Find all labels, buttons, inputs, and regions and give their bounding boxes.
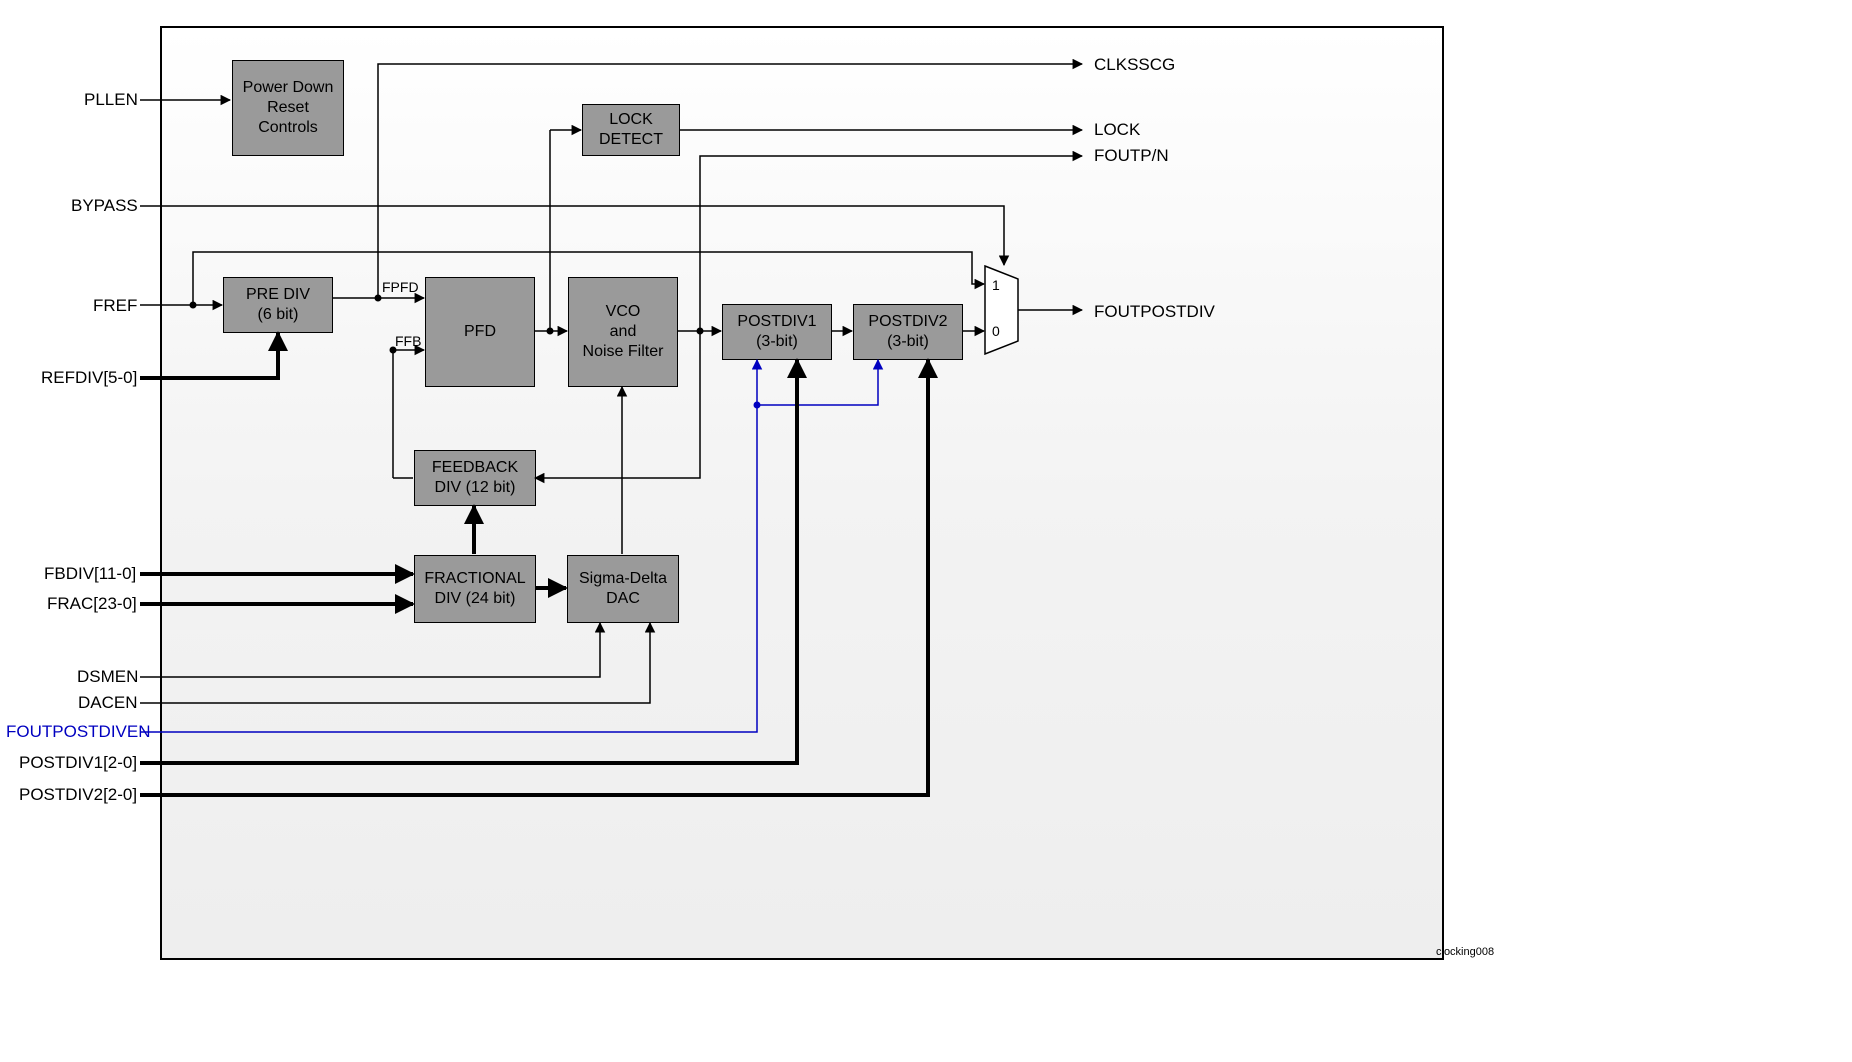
- block-postdiv2: POSTDIV2(3-bit): [853, 304, 963, 360]
- block-power-down-reset: Power DownResetControls: [232, 60, 344, 156]
- label-pllen: PLLEN: [84, 90, 138, 110]
- label-foutpn: FOUTP/N: [1094, 146, 1169, 166]
- label-refdiv: REFDIV[5-0]: [41, 368, 137, 388]
- mux-bypass: 1 0: [984, 265, 1046, 355]
- block-sigma-delta-dac: Sigma-DeltaDAC: [567, 555, 679, 623]
- main-container: [160, 26, 1444, 960]
- label-dsmen: DSMEN: [77, 667, 138, 687]
- label-fbdiv: FBDIV[11-0]: [44, 564, 136, 584]
- footer-id: clocking008: [1436, 946, 1494, 958]
- label-clksscg: CLKSSCG: [1094, 55, 1175, 75]
- label-bypass: BYPASS: [71, 196, 138, 216]
- label-foutpostdiven: FOUTPOSTDIVEN: [6, 722, 151, 742]
- label-frac: FRAC[23-0]: [47, 594, 137, 614]
- label-foutpostdiv: FOUTPOSTDIV: [1094, 302, 1215, 322]
- block-prediv: PRE DIV(6 bit): [223, 277, 333, 333]
- block-feedback-div: FEEDBACKDIV (12 bit): [414, 450, 536, 506]
- label-lock: LOCK: [1094, 120, 1140, 140]
- block-vco-noise-filter: VCOandNoise Filter: [568, 277, 678, 387]
- label-postdiv1: POSTDIV1[2-0]: [19, 753, 137, 773]
- label-fpfd: FPFD: [382, 279, 419, 295]
- block-postdiv1: POSTDIV1(3-bit): [722, 304, 832, 360]
- block-lock-detect: LOCKDETECT: [582, 104, 680, 156]
- mux-input-0-label: 0: [992, 323, 1000, 339]
- mux-input-1-label: 1: [992, 277, 1000, 293]
- label-ffb: FFB: [395, 333, 421, 349]
- label-postdiv2: POSTDIV2[2-0]: [19, 785, 137, 805]
- block-pfd: PFD: [425, 277, 535, 387]
- label-fref: FREF: [93, 296, 137, 316]
- label-dacen: DACEN: [78, 693, 138, 713]
- block-fractional-div: FRACTIONALDIV (24 bit): [414, 555, 536, 623]
